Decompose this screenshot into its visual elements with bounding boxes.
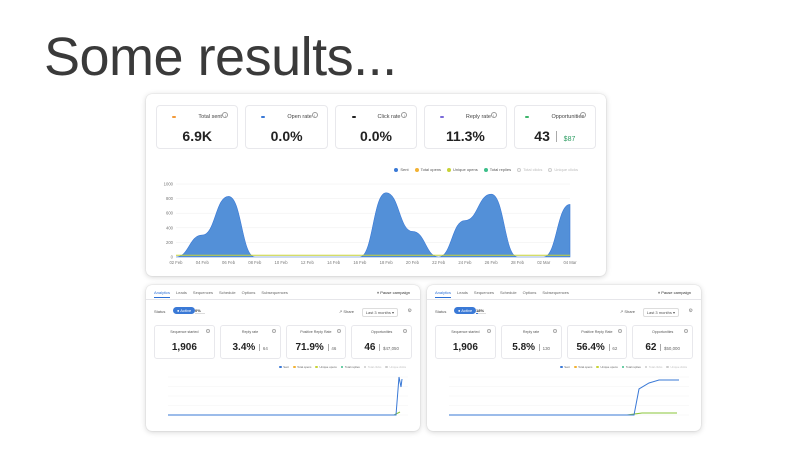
x-tick-label: 06 Feb <box>222 260 236 265</box>
y-tick-label: 400 <box>166 225 174 230</box>
y-tick-label: 600 <box>166 211 174 216</box>
mini-line-chart <box>168 376 408 416</box>
campaign-card-left: Analytics Leads Sequences Schedule Options Su… <box>146 285 420 431</box>
x-tick-label: 26 Feb <box>485 260 499 265</box>
mini-line-chart <box>449 376 689 416</box>
x-tick-label: 16 Feb <box>353 260 367 265</box>
x-tick-label: 04 Mar <box>563 260 577 265</box>
x-tick-label: 24 Feb <box>458 260 472 265</box>
slide-title: Some results... <box>44 27 397 87</box>
y-tick-label: 0 <box>171 255 174 260</box>
series-sent-line <box>449 379 679 416</box>
x-tick-label: 22 Feb <box>432 260 446 265</box>
x-tick-label: 18 Feb <box>380 260 394 265</box>
y-tick-label: 200 <box>166 240 174 245</box>
x-tick-label: 02 Feb <box>169 260 183 265</box>
x-tick-label: 28 Feb <box>511 260 525 265</box>
x-tick-label: 04 Feb <box>196 260 210 265</box>
x-tick-label: 20 Feb <box>406 260 420 265</box>
campaign-card-right: Analytics Leads Sequences Schedule Options Su… <box>427 285 701 431</box>
y-tick-label: 1000 <box>164 182 174 187</box>
x-tick-label: 14 Feb <box>327 260 341 265</box>
x-tick-label: 08 Feb <box>248 260 262 265</box>
y-tick-label: 800 <box>166 196 174 201</box>
sent-area-chart: 1000 800 600 400 200 002 Feb 04 Feb 06 Feb 08 Fe… <box>164 182 577 266</box>
main-analytics-card: Total sent i 6.9K Open rate i 0.0% Click rate i… <box>146 94 606 276</box>
x-tick-label: 02 Mar <box>537 260 551 265</box>
x-tick-label: 10 Feb <box>275 260 289 265</box>
series-sent-area <box>175 192 571 258</box>
x-tick-label: 12 Feb <box>301 260 315 265</box>
